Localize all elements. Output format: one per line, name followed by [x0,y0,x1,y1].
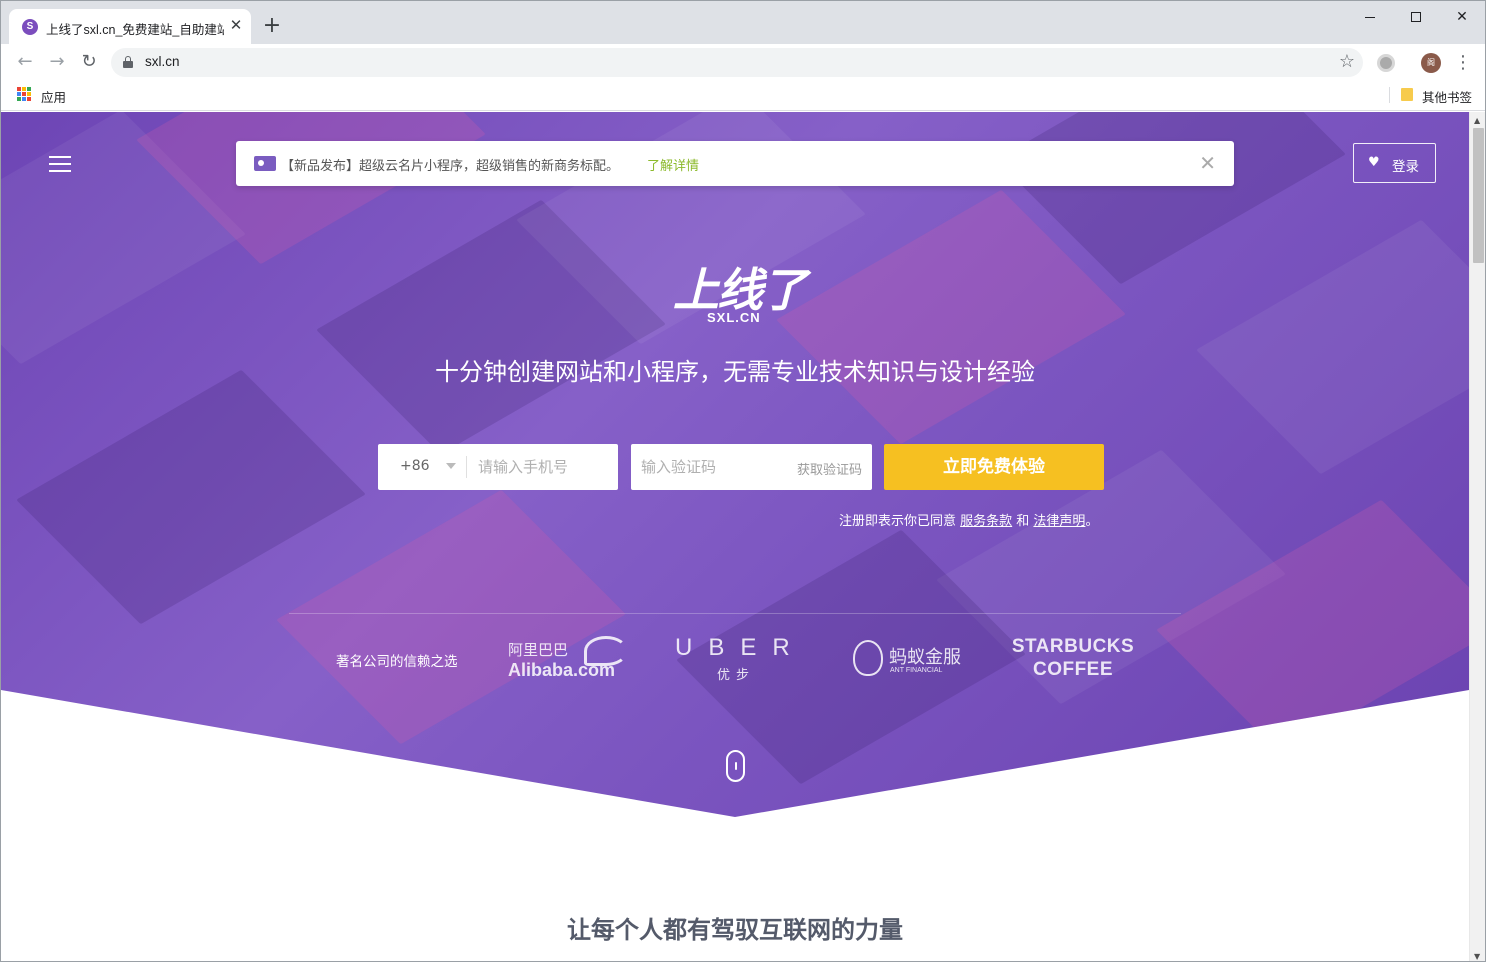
close-icon[interactable]: ✕ [1199,152,1216,174]
page-scrollbar[interactable]: ▲ ▼ [1469,112,1485,961]
window-minimize-icon[interactable] [1347,6,1393,28]
terms-and: 和 [1012,514,1034,529]
apps-grid-icon[interactable] [17,87,31,101]
ant-logo-en: ANT FINANCIAL [890,667,943,674]
tab-title: 上线了sxl.cn_免费建站_自助建站 [46,23,224,37]
url-text[interactable]: sxl.cn [145,54,180,69]
phone-field: +86 [378,444,618,490]
new-tab-plus-icon[interactable]: + [261,15,283,37]
tab-close-icon[interactable]: ✕ [228,17,244,33]
terms-suffix: 。 [1085,514,1099,529]
browser-toolbar: ← → ↻ sxl.cn ☆ 阁 ⋮ [1,44,1485,81]
uber-logo-en: UBER [675,634,806,661]
back-arrow-icon[interactable]: ← [13,50,37,74]
scroll-mouse-icon[interactable] [726,750,745,782]
verification-code-input[interactable] [641,444,781,490]
starbucks-logo: STARBUCKS COFFEE [1011,636,1135,681]
free-trial-button[interactable]: 立即免费体验 [884,444,1104,490]
tab-strip: S 上线了sxl.cn_免费建站_自助建站 ✕ + ✕ [1,1,1485,44]
scroll-up-arrow-icon[interactable]: ▲ [1474,116,1480,125]
reload-icon[interactable]: ↻ [77,50,101,74]
bookmark-star-icon[interactable]: ☆ [1339,51,1355,73]
bookmarks-divider [1389,87,1390,103]
hero-tagline: 十分钟创建网站和小程序，无需专业技术知识与设计经验 [435,358,1035,386]
ant-mark-icon [853,640,883,676]
profile-avatar[interactable]: 阁 [1421,53,1441,73]
starbucks-logo-line2: COFFEE [1032,659,1114,680]
forward-arrow-icon[interactable]: → [45,50,69,74]
terms-notice: 注册即表示你已同意 服务条款 和 法律声明。 [839,510,1098,529]
bookmarks-bar: 应用 其他书签 [1,81,1485,111]
brand-logo-domain: SXL.CN [707,310,761,325]
announcement-banner: 【新品发布】超级云名片小程序，超级销售的新商务标配。 了解详情 ✕ [236,141,1234,186]
terms-of-service-link[interactable]: 服务条款 [960,514,1012,529]
announcement-learn-more-link[interactable]: 了解详情 [647,155,699,174]
login-button[interactable]: ♥ 登录 [1353,143,1436,183]
get-code-button[interactable]: 获取验证码 [797,459,862,478]
terms-prefix: 注册即表示你已同意 [839,514,961,529]
scrollbar-thumb[interactable] [1473,128,1484,263]
browser-tab[interactable]: S 上线了sxl.cn_免费建站_自助建站 ✕ [9,9,251,44]
other-bookmarks[interactable]: 其他书签 [1422,87,1472,106]
folder-icon[interactable] [1401,88,1413,101]
section-title: 让每个人都有驾驭互联网的力量 [567,916,903,944]
extension-icon[interactable] [1377,54,1395,72]
address-bar[interactable]: sxl.cn ☆ [111,48,1363,77]
announcement-text: 【新品发布】超级云名片小程序，超级销售的新商务标配。 [281,159,620,174]
apps-shortcut[interactable]: 应用 [41,87,66,106]
alibaba-logo-cn: 阿里巴巴 [508,641,569,659]
hamburger-menu-icon[interactable] [49,156,73,172]
hero-section: 【新品发布】超级云名片小程序，超级销售的新商务标配。 了解详情 ✕ ♥ 登录 上… [1,112,1469,817]
site-favicon-icon: S [22,19,38,35]
page-viewport: 【新品发布】超级云名片小程序，超级销售的新商务标配。 了解详情 ✕ ♥ 登录 上… [1,112,1469,961]
uber-logo: UBER 优步 [675,634,806,683]
alibaba-logo-en: Alibaba.com [508,660,616,680]
window-maximize-icon[interactable] [1393,6,1439,28]
phone-input[interactable] [478,444,612,490]
hero-divider [289,613,1181,614]
lock-icon[interactable] [123,56,133,68]
ant-logo-cn: 蚂蚁金服 [889,647,961,668]
country-code-select[interactable]: +86 [400,458,430,474]
legal-notice-link[interactable]: 法律声明 [1033,514,1085,529]
heart-icon: ♥ [1368,155,1380,170]
chevron-down-icon[interactable] [446,463,456,469]
starbucks-logo-line1: STARBUCKS [1011,636,1135,657]
window-close-icon[interactable]: ✕ [1439,6,1485,28]
phone-field-divider [466,456,467,478]
id-card-icon [254,156,276,171]
login-label: 登录 [1392,159,1419,175]
browser-menu-icon[interactable]: ⋮ [1453,51,1473,75]
browser-window: S 上线了sxl.cn_免费建站_自助建站 ✕ + ✕ ← → ↻ sxl.cn… [0,0,1486,962]
uber-logo-cn: 优步 [717,668,756,683]
verification-code-field: 获取验证码 [631,444,872,490]
scroll-down-arrow-icon[interactable]: ▼ [1474,952,1480,961]
trusted-by-label: 著名公司的信赖之选 [336,654,458,670]
